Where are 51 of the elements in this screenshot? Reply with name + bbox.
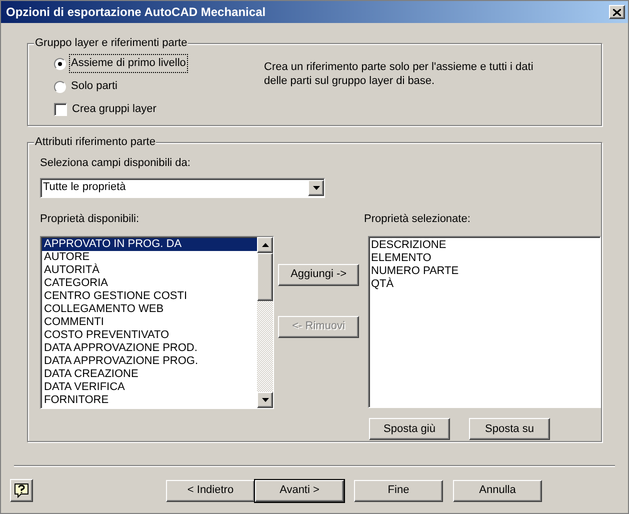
help-button[interactable] (10, 479, 33, 502)
close-button[interactable] (609, 5, 625, 19)
radio-label: Assieme di primo livello (70, 55, 187, 72)
list-label: Proprietà disponibili: (40, 212, 140, 226)
scroll-up-icon (262, 243, 268, 247)
available-properties-list[interactable] (40, 236, 274, 409)
window-title: Opzioni di esportazione AutoCAD Mechanical (6, 4, 266, 21)
scrollbar[interactable] (257, 237, 273, 408)
list-item[interactable]: COSTO PREVENTIVATO (42, 329, 257, 342)
field-label: Seleziona campi disponibili da: (40, 156, 192, 171)
list-item[interactable]: DATA APPROVAZIONE PROG. (42, 355, 257, 368)
list-label: Proprietà selezionate: (364, 212, 472, 226)
group-title: Gruppo layer e riferimenti parte (34, 36, 188, 50)
list-item[interactable]: DATA APPROVAZIONE PROD. (42, 342, 257, 355)
list-item[interactable]: QTÀ (371, 278, 600, 291)
list-item[interactable]: AUTORITÀ (42, 264, 257, 277)
radio-button[interactable] (54, 80, 66, 92)
radio-button[interactable] (54, 58, 66, 70)
list-item[interactable]: NUMERO PARTE (371, 265, 600, 278)
move-button[interactable]: Sposta giù (369, 418, 450, 440)
option-description: Crea un riferimento parte solo per l'assieme e tutti i dati delle parti sul gruppo layer di base. (264, 60, 534, 89)
checkbox-label: Crea gruppi layer (72, 102, 156, 118)
list-item[interactable]: CATEGORIA (42, 277, 257, 290)
list-item[interactable]: CENTRO GESTIONE COSTI (42, 290, 257, 303)
list-item[interactable]: ELEMENTO (371, 252, 600, 265)
radio-label: Solo parti (70, 79, 118, 94)
group-title: Attributi riferimento parte (34, 135, 156, 149)
help-icon (14, 483, 29, 498)
add-button[interactable]: Aggiungi -> (278, 264, 360, 286)
footer-button[interactable]: < Indietro (166, 480, 255, 502)
close-icon (613, 8, 621, 16)
footer-button[interactable]: Annulla (453, 480, 542, 502)
list-item[interactable]: AUTORE (42, 251, 257, 264)
list-item[interactable]: APPROVATO IN PROG. DA (42, 238, 257, 251)
radio-option[interactable]: Assieme di primo livello (54, 55, 264, 72)
footer-button[interactable]: Fine (354, 480, 443, 502)
list-item[interactable]: FORNITORE (42, 394, 257, 407)
list-item[interactable]: DATA CREAZIONE (42, 368, 257, 381)
move-button[interactable]: Sposta su (469, 418, 550, 440)
scroll-down-icon (262, 398, 268, 402)
list-item[interactable]: COMMENTI (42, 316, 257, 329)
list-item[interactable]: DESCRIZIONE (371, 239, 600, 252)
dropdown-arrow-icon (312, 186, 320, 190)
footer-button[interactable]: Avanti > (255, 480, 344, 502)
radio-option[interactable]: Solo parti (54, 78, 264, 95)
checkbox[interactable] (54, 103, 67, 116)
selected-properties-list[interactable]: DESCRIZIONE ELEMENTO NUMERO PARTE QTÀ (368, 236, 601, 408)
list-item[interactable]: DATA VERIFICA (42, 381, 257, 394)
scroll-thumb[interactable] (257, 253, 273, 301)
property-source-dropdown[interactable]: Tutte le proprietà (40, 178, 325, 198)
list-item[interactable]: COLLEGAMENTO WEB (42, 303, 257, 316)
